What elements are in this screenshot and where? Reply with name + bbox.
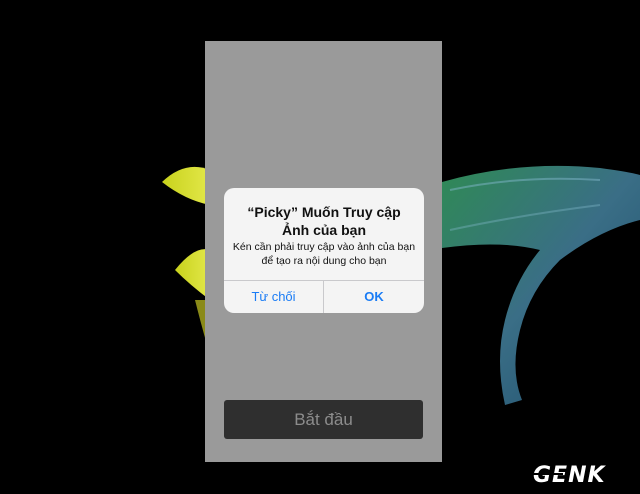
deny-button[interactable]: Từ chối <box>224 281 323 313</box>
permission-alert: “Picky” Muốn Truy cập Ảnh của bạn Kén cầ… <box>224 188 424 313</box>
alert-title: “Picky” Muốn Truy cập Ảnh của bạn <box>247 204 401 238</box>
start-button[interactable]: Bắt đầu <box>224 400 423 439</box>
genk-logo: GENK <box>533 463 605 486</box>
ok-button[interactable]: OK <box>324 281 424 313</box>
alert-message: Kén cần phải truy cập vào ảnh của bạn để… <box>232 241 416 267</box>
